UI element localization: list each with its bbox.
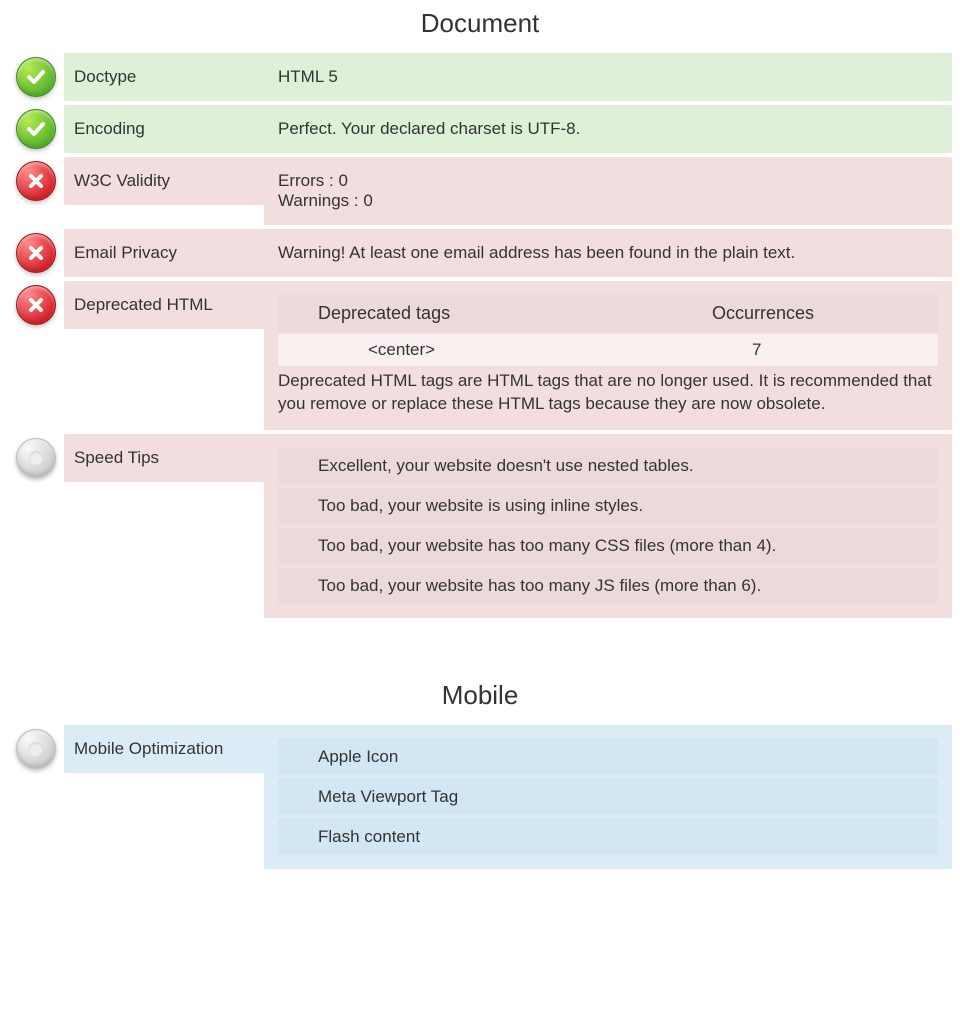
row-label: Encoding (64, 105, 264, 153)
section-title-mobile: Mobile (0, 672, 960, 721)
check-icon (16, 57, 56, 97)
tip-text: Flash content (318, 827, 420, 847)
deprecated-tag-cell: <center> (288, 340, 672, 360)
cross-icon (288, 748, 306, 766)
cross-icon (16, 233, 56, 273)
tip-text: Meta Viewport Tag (318, 787, 458, 807)
cross-icon (288, 577, 306, 595)
row-email-privacy: Email Privacy Warning! At least one emai… (8, 229, 952, 277)
cross-icon (16, 161, 56, 201)
row-value: Perfect. Your declared charset is UTF-8. (264, 105, 952, 153)
row-value: Apple Icon Meta Viewport Tag Flash conte… (264, 725, 952, 869)
cross-icon (288, 537, 306, 555)
row-value: Errors : 0 Warnings : 0 (264, 157, 952, 225)
col-header-tags: Deprecated tags (288, 303, 672, 324)
cross-icon (16, 285, 56, 325)
section-title-document: Document (0, 0, 960, 49)
check-icon (288, 788, 306, 806)
w3c-warnings: Warnings : 0 (278, 191, 938, 211)
row-label: Deprecated HTML (64, 281, 264, 329)
neutral-icon (16, 438, 56, 478)
tip-text: Apple Icon (318, 747, 398, 767)
check-icon (288, 828, 306, 846)
list-item: Apple Icon (278, 739, 938, 775)
row-speed-tips: Speed Tips Excellent, your website doesn… (8, 434, 952, 618)
row-w3c-validity: W3C Validity Errors : 0 Warnings : 0 (8, 157, 952, 225)
deprecated-table: Deprecated tags Occurrences <center> 7 (278, 295, 938, 366)
row-label: Email Privacy (64, 229, 264, 277)
row-label: Doctype (64, 53, 264, 101)
row-value: HTML 5 (264, 53, 952, 101)
list-item: Too bad, your website has too many CSS f… (278, 528, 938, 564)
speed-tip-list: Excellent, your website doesn't use nest… (278, 448, 938, 604)
row-doctype: Doctype HTML 5 (8, 53, 952, 101)
w3c-errors: Errors : 0 (278, 171, 938, 191)
row-label: W3C Validity (64, 157, 264, 205)
row-encoding: Encoding Perfect. Your declared charset … (8, 105, 952, 153)
tip-text: Too bad, your website is using inline st… (318, 496, 643, 516)
row-value: Warning! At least one email address has … (264, 229, 952, 277)
list-item: Meta Viewport Tag (278, 779, 938, 815)
col-header-occurrences: Occurrences (672, 303, 928, 324)
check-icon (16, 109, 56, 149)
mobile-item-list: Apple Icon Meta Viewport Tag Flash conte… (278, 739, 938, 855)
list-item: Excellent, your website doesn't use nest… (278, 448, 938, 484)
tip-text: Too bad, your website has too many JS fi… (318, 576, 761, 596)
list-item: Too bad, your website has too many JS fi… (278, 568, 938, 604)
row-label: Mobile Optimization (64, 725, 264, 773)
list-item: Flash content (278, 819, 938, 855)
check-icon (288, 457, 306, 475)
cross-icon (288, 497, 306, 515)
list-item: Too bad, your website is using inline st… (278, 488, 938, 524)
tip-text: Too bad, your website has too many CSS f… (318, 536, 776, 556)
row-value: Deprecated tags Occurrences <center> 7 D… (264, 281, 952, 430)
row-label: Speed Tips (64, 434, 264, 482)
row-value: Excellent, your website doesn't use nest… (264, 434, 952, 618)
table-row: <center> 7 (278, 334, 938, 366)
row-deprecated-html: Deprecated HTML Deprecated tags Occurren… (8, 281, 952, 430)
neutral-icon (16, 729, 56, 769)
tip-text: Excellent, your website doesn't use nest… (318, 456, 694, 476)
row-mobile-optimization: Mobile Optimization Apple Icon Meta View… (8, 725, 952, 869)
deprecated-note: Deprecated HTML tags are HTML tags that … (278, 370, 938, 416)
table-header: Deprecated tags Occurrences (278, 295, 938, 332)
deprecated-count-cell: 7 (672, 340, 928, 360)
